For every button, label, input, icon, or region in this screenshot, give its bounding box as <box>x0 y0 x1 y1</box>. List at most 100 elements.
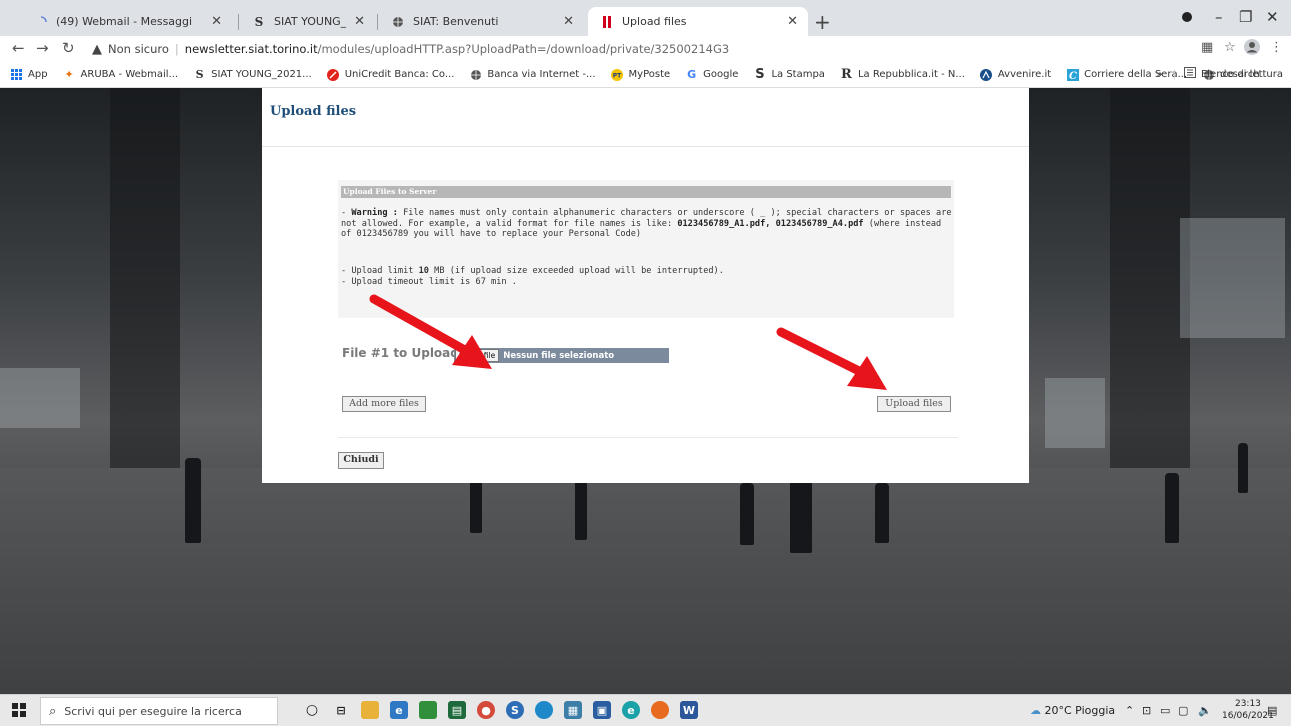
tab-title: Upload files <box>622 15 687 28</box>
menu-kebab-icon[interactable]: ⋮ <box>1270 40 1283 55</box>
timeout-line: - Upload timeout limit is 67 min . <box>341 276 517 287</box>
photos-icon[interactable] <box>419 701 437 719</box>
star-icon[interactable]: ☆ <box>1224 40 1236 55</box>
background-person <box>575 480 587 540</box>
close-button[interactable]: Chiudi <box>338 452 384 469</box>
close-icon[interactable]: ✕ <box>563 14 574 29</box>
corriere-icon: C <box>1066 68 1079 81</box>
bookmark-siat-young[interactable]: S SIAT YOUNG_2021... <box>193 68 312 81</box>
reading-list[interactable]: Elenco di lettura <box>1201 69 1283 80</box>
monitor-icon[interactable]: ▢ <box>1178 704 1188 717</box>
background-window <box>1045 378 1105 448</box>
no-file-selected: Nessun file selezionato <box>503 350 615 361</box>
bookmark-label: Avvenire.it <box>997 69 1052 80</box>
bookmark-label: La Stampa <box>771 69 825 80</box>
bookmark-lastampa[interactable]: S La Stampa <box>753 67 825 82</box>
bookmark-repubblica[interactable]: R La Repubblica.it - N... <box>840 67 965 82</box>
upload-files-button[interactable]: Upload files <box>877 396 951 412</box>
chrome-icon[interactable]: ● <box>477 701 495 719</box>
apps-grid-icon <box>10 68 23 81</box>
firefox-icon[interactable] <box>651 701 669 719</box>
translate-icon[interactable]: ▦ <box>1201 40 1213 55</box>
bookmark-app[interactable]: App <box>10 68 48 81</box>
limits-block: - Upload limit 10 MB (if upload size exc… <box>341 266 953 287</box>
weather[interactable]: ☁ 20°C Pioggia <box>1030 704 1115 717</box>
cortana-circle-icon[interactable]: ○ <box>303 701 321 719</box>
notes-icon[interactable]: ▤ <box>448 701 466 719</box>
globe-icon <box>391 15 405 29</box>
avatar[interactable] <box>1243 38 1261 60</box>
edge-icon[interactable]: e <box>622 701 640 719</box>
windows-start-icon[interactable] <box>12 703 26 717</box>
profile-dot-icon[interactable] <box>1181 9 1193 27</box>
store-icon[interactable] <box>535 701 553 719</box>
close-icon[interactable]: ✕ <box>787 14 798 29</box>
background-person <box>470 478 482 533</box>
tab-webmail[interactable]: (49) Webmail - Messaggi ✕ <box>22 7 232 36</box>
internet-explorer-icon[interactable]: e <box>390 701 408 719</box>
close-icon[interactable]: ✕ <box>211 14 222 29</box>
bookmark-label: App <box>28 69 48 80</box>
avvenire-icon <box>980 68 993 81</box>
background-person <box>875 483 889 543</box>
background-window <box>0 368 80 428</box>
google-g-icon: G <box>687 68 697 81</box>
minimize-icon[interactable]: – <box>1215 8 1223 26</box>
network-icon[interactable]: ⊡ <box>1142 704 1151 717</box>
close-icon[interactable]: ✕ <box>354 14 365 29</box>
notification-icon[interactable]: ▤ <box>1267 704 1277 717</box>
divider: | <box>1172 68 1176 80</box>
limit-suffix: MB (if upload size exceeded upload will … <box>434 266 724 276</box>
address-bar[interactable]: ▲ Non sicuro | newsletter.siat.torino.it… <box>92 38 1192 60</box>
volume-icon[interactable]: 🔈 <box>1198 704 1212 717</box>
page-viewport: Upload files Upload Files to Server - Wa… <box>0 88 1291 694</box>
tab-siat-benvenuti[interactable]: SIAT: Benvenuti ✕ <box>379 7 584 36</box>
tab-strip: (49) Webmail - Messaggi ✕ S SIAT YOUNG_2… <box>0 0 1291 36</box>
bookmark-myposte[interactable]: PT MyPoste <box>611 68 670 81</box>
background-column <box>110 88 180 488</box>
file-explorer-icon[interactable] <box>361 701 379 719</box>
close-window-icon[interactable]: ✕ <box>1266 8 1279 26</box>
tab-title: (49) Webmail - Messaggi <box>56 15 193 28</box>
tab-siat-young[interactable]: S SIAT YOUNG_2021 – Siat Torino ✕ <box>240 7 375 36</box>
search-icon: ⌕ <box>49 703 57 719</box>
keyboard-icon[interactable]: ▭ <box>1160 704 1170 717</box>
tab-upload-files[interactable]: Upload files ✕ <box>588 7 808 36</box>
back-arrow-icon[interactable]: ← <box>12 39 25 57</box>
info-header: Upload Files to Server <box>341 186 951 198</box>
background-person <box>1165 473 1179 543</box>
bookmarks-more[interactable]: » <box>1156 69 1162 80</box>
outlook-icon[interactable]: ▣ <box>593 701 611 719</box>
bookmark-label: La Repubblica.it - N... <box>857 69 965 80</box>
chevron-up-icon[interactable]: ⌃ <box>1125 704 1134 717</box>
bookmark-banca-internet[interactable]: Banca via Internet -... <box>469 68 596 81</box>
forward-arrow-icon[interactable]: → <box>36 39 49 57</box>
task-view-icon[interactable]: ⊟ <box>332 701 350 719</box>
reload-icon[interactable]: ↻ <box>62 39 75 57</box>
weather-cloud-icon: ☁ <box>1030 704 1041 717</box>
skype-icon[interactable]: S <box>506 701 524 719</box>
upload-panel: Upload files Upload Files to Server - Wa… <box>262 88 1029 483</box>
tab-separator <box>377 14 378 30</box>
taskbar-search[interactable]: ⌕ Scrivi qui per eseguire la ricerca <box>40 697 278 725</box>
siat-s-icon: S <box>195 68 204 81</box>
word-icon[interactable]: W <box>680 701 698 719</box>
calculator-icon[interactable]: ▦ <box>564 701 582 719</box>
bars-icon <box>600 15 614 29</box>
svg-text:C: C <box>1069 71 1077 81</box>
lastampa-s-icon: S <box>755 67 765 82</box>
new-tab-plus-icon[interactable]: + <box>814 10 831 34</box>
url-host: newsletter.siat.torino.it <box>184 42 318 56</box>
bookmark-google[interactable]: G Google <box>685 68 738 81</box>
bookmark-avvenire[interactable]: Avvenire.it <box>980 68 1051 81</box>
file-input[interactable]: Scegli file Nessun file selezionato <box>454 348 669 363</box>
add-more-files-button[interactable]: Add more files <box>342 396 426 412</box>
bookmark-label: ARUBA - Webmail... <box>80 69 179 80</box>
bookmark-label: Banca via Internet -... <box>487 69 596 80</box>
bookmarks-bar: App ✦ ARUBA - Webmail... S SIAT YOUNG_20… <box>0 62 1291 88</box>
restore-icon[interactable]: ❐ <box>1239 8 1252 26</box>
bookmark-aruba[interactable]: ✦ ARUBA - Webmail... <box>63 68 179 81</box>
siat-s-icon: S <box>254 14 264 29</box>
choose-file-button[interactable]: Scegli file <box>455 349 500 362</box>
bookmark-unicredit[interactable]: UniCredit Banca: Co... <box>327 68 454 81</box>
